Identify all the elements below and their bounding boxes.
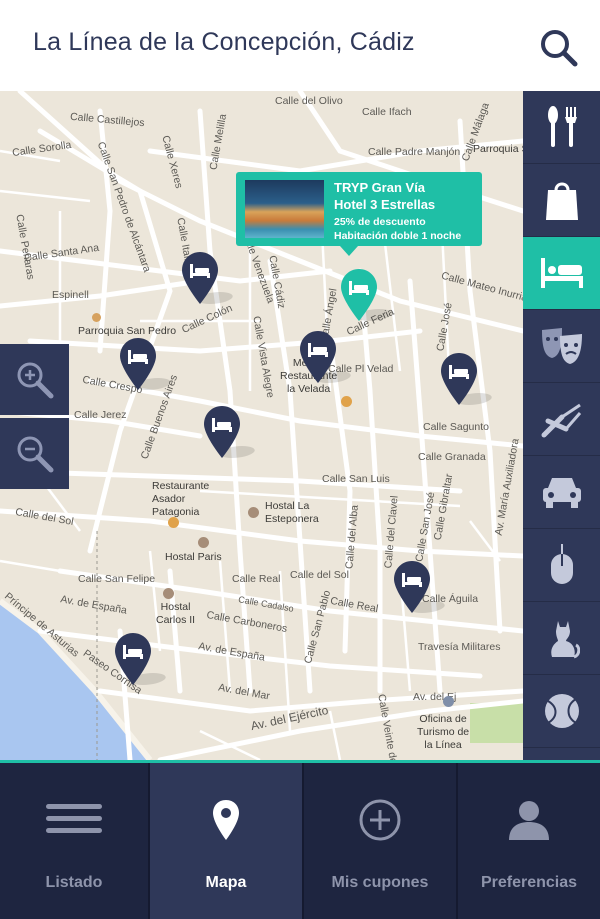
category-sidebar: [523, 91, 600, 760]
info-marker-icon[interactable]: [443, 696, 454, 707]
poi-name: Parroquia San Pedro: [78, 325, 177, 337]
hotel-marker-icon[interactable]: [198, 537, 209, 548]
bed-icon: [204, 406, 240, 458]
hotel-thumbnail: [245, 180, 324, 238]
category-pets[interactable]: [523, 602, 600, 675]
popup-subtitle: Hotel 3 Estrellas: [334, 197, 436, 212]
hotel-map-pin[interactable]: [182, 252, 238, 304]
street-label: Calle Jerez: [74, 409, 127, 421]
hotel-map-pin[interactable]: [115, 633, 171, 685]
hotel-marker-icon[interactable]: [248, 507, 259, 518]
popup-offer: 25% de descuento: [334, 216, 426, 228]
bed-icon: [300, 331, 336, 383]
hotel-map-pin[interactable]: [394, 561, 450, 613]
tab-mis-cupones[interactable]: Mis cupones: [304, 763, 456, 919]
tab-label: Mapa: [205, 874, 247, 891]
street-label: Calle del Olivo: [275, 95, 343, 107]
poi-label: Oficina de Turismo de la Línea: [417, 713, 470, 751]
hotel-bed-icon: [540, 258, 583, 288]
poi-label: Hostal Carlos II: [156, 601, 196, 626]
zoom-out-button[interactable]: [0, 418, 69, 489]
street-label: Calle Real: [232, 573, 281, 585]
bed-icon: [115, 633, 151, 685]
header: La Línea de la Concepción, Cádiz: [0, 0, 600, 91]
selected-hotel-pin[interactable]: [341, 269, 397, 321]
street-label: Calle Sagunto: [423, 421, 489, 433]
popup-title: TRYP Gran Vía: [334, 180, 426, 195]
street-label: Travesía Militares: [418, 641, 501, 653]
restaurant-marker-icon[interactable]: [168, 517, 179, 528]
tab-label: Mis cupones: [331, 874, 429, 891]
hotel-marker-icon[interactable]: [163, 588, 174, 599]
poi-label: Hostal La Esteponera: [265, 500, 319, 525]
hotel-map-pin[interactable]: [204, 406, 260, 458]
hotel-map-pin[interactable]: [120, 338, 176, 390]
restaurant-icon: [547, 106, 577, 147]
poi-label: Parroquia San Pedro: [78, 313, 177, 338]
bottom-tab-bar: Listado Mapa Mis cupones Preferencias: [0, 760, 600, 919]
category-services[interactable]: [523, 383, 600, 456]
street-label: Espinell: [52, 289, 89, 301]
user-icon: [509, 801, 549, 840]
category-restaurants[interactable]: [523, 91, 600, 164]
bed-icon: [441, 353, 477, 405]
poi-label: Parroquia San José: [473, 143, 523, 155]
hotel-map-pin[interactable]: [300, 331, 356, 383]
street-label: Calle Ifach: [362, 106, 412, 118]
category-sports[interactable]: [523, 675, 600, 748]
search-icon[interactable]: [537, 26, 581, 70]
popup-arrow: [340, 246, 358, 256]
poi-label: Restaurante Asador Patagonia: [152, 480, 210, 518]
tab-label: Listado: [45, 874, 103, 891]
category-theater[interactable]: [523, 310, 600, 383]
theater-masks-icon: [541, 328, 582, 364]
ball-icon: [544, 694, 579, 728]
zoom-out-icon: [17, 436, 53, 472]
hotel-map-pin[interactable]: [441, 353, 497, 405]
tab-preferencias[interactable]: Preferencias: [458, 763, 600, 919]
category-transport[interactable]: [523, 456, 600, 529]
tab-label: Preferencias: [480, 874, 578, 891]
hotel-info-popup[interactable]: TRYP Gran Vía Hotel 3 Estrellas 25% de d…: [236, 172, 482, 256]
street-label: Calle Padre Manjón: [368, 146, 461, 158]
street-label: Calle San Luis: [322, 473, 390, 485]
list-icon: [46, 804, 102, 833]
street-label: Calle Granada: [418, 451, 486, 463]
bed-icon: [394, 561, 430, 613]
bed-icon: [120, 338, 156, 390]
poi-label: Hostal Paris: [165, 551, 222, 563]
category-technology[interactable]: [523, 529, 600, 602]
tab-listado[interactable]: Listado: [0, 763, 148, 919]
street-label: Calle del Sol: [290, 569, 349, 581]
zoom-in-button[interactable]: [0, 344, 69, 415]
location-pin-icon: [213, 800, 239, 840]
bed-icon: [182, 252, 218, 304]
street-label: Calle San Felipe: [78, 573, 156, 585]
category-hotels[interactable]: [523, 237, 600, 310]
cat-icon: [550, 621, 580, 659]
add-circle-icon: [359, 799, 401, 841]
car-icon: [542, 478, 581, 508]
mouse-icon: [550, 544, 573, 584]
location-title[interactable]: La Línea de la Concepción, Cádiz: [33, 28, 415, 57]
zoom-in-icon: [17, 362, 53, 398]
popup-offer-detail: Habitación doble 1 noche: [334, 230, 462, 242]
category-shopping[interactable]: [523, 164, 600, 237]
restaurant-marker-icon[interactable]: [341, 396, 352, 407]
bed-icon: [341, 269, 377, 321]
tab-mapa[interactable]: Mapa: [150, 763, 302, 919]
tools-icon: [541, 403, 581, 438]
shopping-bag-icon: [545, 182, 578, 220]
